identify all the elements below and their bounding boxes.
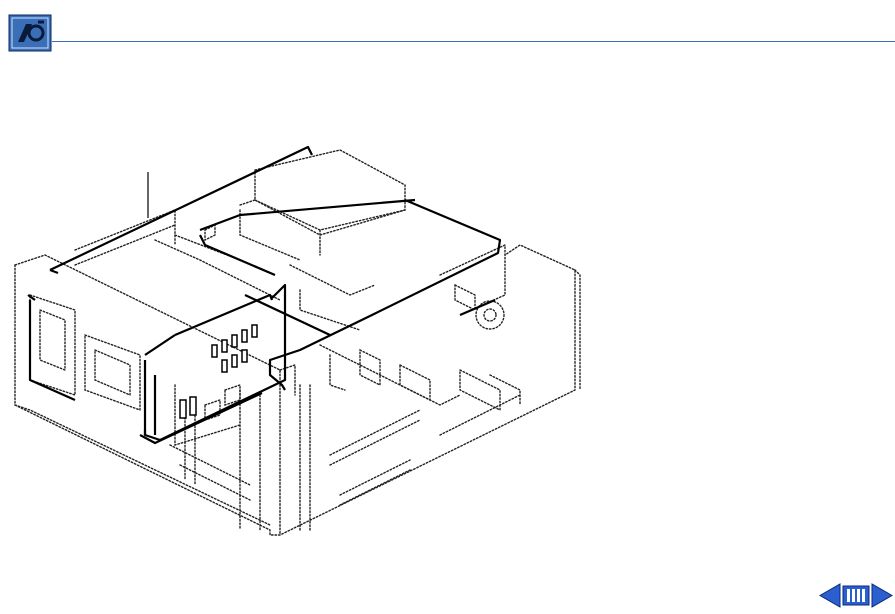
computer-chassis-illustration [14,145,581,536]
previous-page-button[interactable] [818,582,842,609]
index-button[interactable] [842,582,870,609]
page-navigation [818,582,895,609]
header-rule [52,41,895,42]
arrow-left-icon [818,583,841,608]
next-page-button[interactable] [870,582,894,609]
index-bars-icon [842,585,870,606]
arrow-right-icon [871,583,894,608]
macintosh-wrench-icon [8,14,52,52]
app-logo[interactable] [8,14,52,52]
